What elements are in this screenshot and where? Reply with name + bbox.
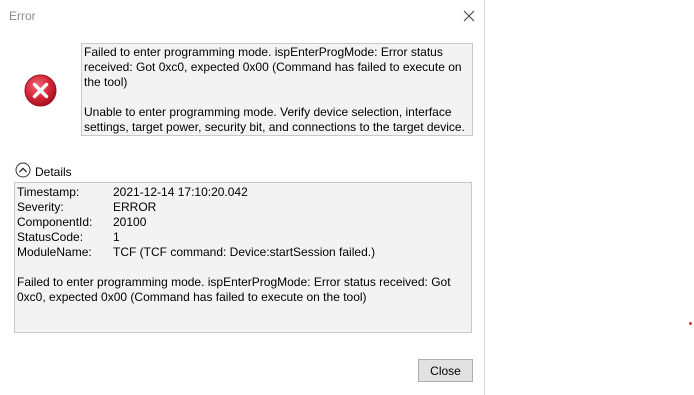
error-message-box: Failed to enter programming mode. ispEnt… (81, 43, 473, 136)
error-message-line: Failed to enter programming mode. ispEnt… (84, 45, 465, 89)
detail-key: Timestamp: (17, 185, 80, 199)
detail-key: Severity: (17, 200, 64, 214)
detail-row-statuscode: StatusCode: 1 (17, 230, 469, 245)
detail-row-componentid: ComponentId: 20100 (17, 215, 469, 230)
detail-value: ERROR (113, 200, 157, 214)
details-toggle[interactable]: Details (15, 162, 72, 183)
detail-row-timestamp: Timestamp: 2021-12-14 17:10:20.042 (17, 185, 469, 200)
red-dot-marker (689, 322, 692, 325)
detail-value: 2021-12-14 17:10:20.042 (113, 185, 248, 199)
details-panel: Timestamp: 2021-12-14 17:10:20.042 Sever… (14, 182, 472, 333)
detail-key: ComponentId: (17, 215, 93, 229)
dialog-title: Error (9, 9, 36, 23)
detail-key: StatusCode: (17, 230, 84, 244)
error-dialog: Error Failed to enter programming mode. … (0, 0, 485, 395)
error-circle-icon (24, 74, 57, 107)
detail-value: TCF (TCF command: Device:startSession fa… (113, 245, 376, 259)
error-hint-line: Unable to enter programming mode. Verify… (84, 105, 465, 134)
chevron-up-circle-icon[interactable] (15, 162, 31, 183)
details-label[interactable]: Details (35, 165, 72, 179)
detail-value: 1 (113, 230, 120, 244)
close-icon[interactable] (461, 8, 477, 24)
close-button[interactable]: Close (418, 359, 473, 382)
detail-key: ModuleName: (17, 245, 92, 259)
detail-row-severity: Severity: ERROR (17, 200, 469, 215)
details-message: Failed to enter programming mode. ispEnt… (17, 275, 454, 304)
detail-row-modulename: ModuleName: TCF (TCF command: Device:sta… (17, 245, 469, 260)
detail-value: 20100 (113, 215, 147, 229)
